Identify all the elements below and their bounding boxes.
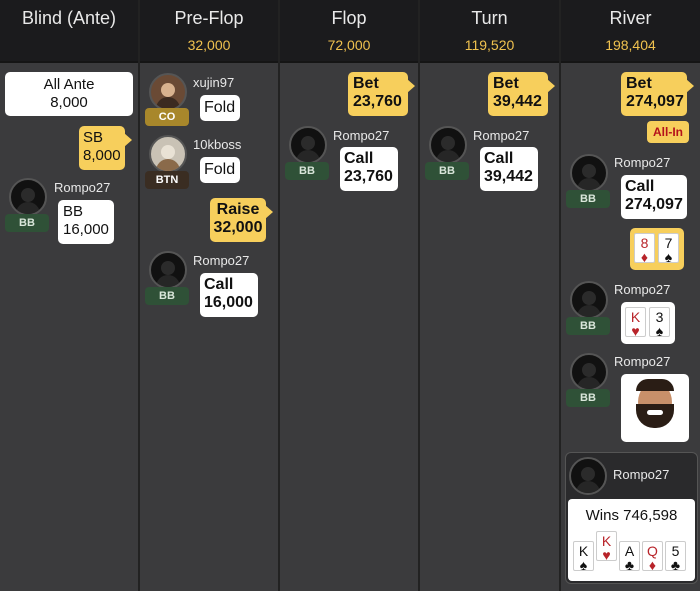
column-header: River 198,404 — [561, 0, 700, 63]
column-pot: 72,000 — [327, 37, 371, 53]
card: 5 ♣ — [665, 541, 686, 572]
position-badge: BB — [566, 317, 610, 335]
emoji-sticker — [621, 374, 689, 442]
position-badge: BB — [145, 287, 189, 305]
bet-label: Bet — [353, 75, 379, 92]
call-amount: 23,760 — [344, 168, 393, 185]
all-in-badge: All-In — [647, 121, 689, 143]
call-amount: 39,442 — [484, 168, 533, 185]
player-name: Rompo27 — [473, 128, 530, 143]
bet-label: Bet — [493, 75, 519, 92]
bet-bubble: Bet 39,442 — [488, 72, 555, 116]
column-river: River 198,404 Bet 274,097 All-In BB Romp… — [561, 0, 700, 591]
avatar — [570, 154, 608, 192]
player-name: Rompo27 — [614, 155, 671, 170]
player-name: 10kboss — [193, 137, 242, 152]
card: K ♠ — [573, 541, 594, 572]
avatar — [569, 457, 607, 495]
card: K ♥ — [625, 307, 646, 338]
column-title: Pre-Flop — [174, 8, 244, 28]
card: A ♣ — [619, 541, 640, 572]
ante-amount: 8,000 — [50, 94, 88, 111]
player-name: Rompo27 — [614, 354, 671, 369]
card: K ♥ — [596, 531, 617, 562]
column-title: River — [609, 8, 652, 28]
card: 7 ♠ — [658, 233, 679, 264]
winner-name: Rompo27 — [613, 467, 670, 482]
raise-amount: 32,000 — [213, 219, 263, 236]
call-box: Call 16,000 — [200, 273, 258, 317]
column-title: Flop — [331, 8, 367, 28]
avatar — [429, 126, 467, 164]
call-box: Call 274,097 — [621, 175, 687, 219]
column-header: Turn 119,520 — [420, 0, 559, 63]
avatar — [9, 178, 47, 216]
column-pot: 32,000 — [187, 37, 231, 53]
column-blind: Blind (Ante) All Ante 8,000 SB 8,000 BB … — [0, 0, 140, 591]
avatar — [289, 126, 327, 164]
wins-text: Wins 746,598 — [585, 507, 678, 524]
sb-bubble: SB 8,000 — [79, 126, 132, 170]
column-pot: 119,520 — [464, 37, 515, 53]
call-label: Call — [344, 150, 374, 167]
call-box: Call 39,442 — [480, 147, 538, 191]
call-amount: 274,097 — [625, 196, 683, 213]
sb-label: SB — [83, 129, 104, 146]
column-header: Blind (Ante) — [0, 0, 138, 63]
bb-amount: 16,000 — [63, 221, 109, 238]
position-badge: BB — [566, 389, 610, 407]
avatar — [149, 251, 187, 289]
avatar — [570, 281, 608, 319]
player-name: Rompo27 — [614, 282, 671, 297]
column-turn: Turn 119,520 Bet 39,442 BB Rompo27 Call … — [420, 0, 561, 591]
card: 8 ♦ — [634, 233, 655, 264]
action-box: Fold — [200, 95, 240, 121]
column-preflop: Pre-Flop 32,000 CO xujin97 Fold BTN 10kb… — [140, 0, 280, 591]
bb-box: BB 16,000 — [58, 200, 114, 244]
position-badge: BB — [566, 190, 610, 208]
bet-label: Bet — [626, 75, 652, 92]
bb-label: BB — [63, 203, 84, 220]
hero-cards: K ♥ 3 ♠ — [621, 302, 675, 344]
bet-amount: 39,442 — [493, 93, 542, 110]
column-header: Flop 72,000 — [280, 0, 418, 63]
action-box: Fold — [200, 157, 240, 183]
column-header: Pre-Flop 32,000 — [140, 0, 278, 63]
call-box: Call 23,760 — [340, 147, 398, 191]
column-flop: Flop 72,000 Bet 23,760 BB Rompo27 Call 2… — [280, 0, 420, 591]
player-name: xujin97 — [193, 75, 235, 90]
call-label: Call — [484, 150, 514, 167]
bet-amount: 274,097 — [626, 93, 684, 110]
winner-panel: Rompo27 Wins 746,598 K ♠ K ♥ A ♣ Q ♦ 5 ♣ — [565, 452, 698, 584]
position-badge: CO — [145, 108, 189, 126]
raise-bubble: Raise 32,000 — [210, 198, 273, 242]
call-amount: 16,000 — [204, 294, 253, 311]
wins-box: Wins 746,598 K ♠ K ♥ A ♣ Q ♦ 5 ♣ — [568, 499, 695, 581]
position-badge: BB — [5, 214, 49, 232]
sb-amount: 8,000 — [83, 147, 121, 164]
raise-label: Raise — [216, 201, 260, 218]
bet-amount: 23,760 — [353, 93, 402, 110]
ante-box: All Ante 8,000 — [5, 72, 133, 116]
column-pot: 198,404 — [605, 37, 656, 53]
player-name: Rompo27 — [54, 180, 111, 195]
ante-label: All Ante — [43, 76, 95, 93]
bet-bubble: Bet 274,097 — [621, 72, 694, 116]
call-label: Call — [204, 276, 234, 293]
column-title: Blind (Ante) — [21, 8, 117, 28]
avatar — [149, 73, 187, 111]
player-name: Rompo27 — [193, 253, 250, 268]
avatar — [570, 353, 608, 391]
avatar — [149, 135, 187, 173]
card: 3 ♠ — [649, 307, 670, 338]
position-badge: BTN — [145, 171, 189, 189]
player-name: Rompo27 — [333, 128, 390, 143]
villain-cards: 8 ♦ 7 ♠ — [630, 228, 684, 270]
position-badge: BB — [425, 162, 469, 180]
bet-bubble: Bet 23,760 — [348, 72, 415, 116]
call-label: Call — [625, 178, 655, 195]
card: Q ♦ — [642, 541, 663, 572]
column-title: Turn — [471, 8, 508, 28]
position-badge: BB — [285, 162, 329, 180]
